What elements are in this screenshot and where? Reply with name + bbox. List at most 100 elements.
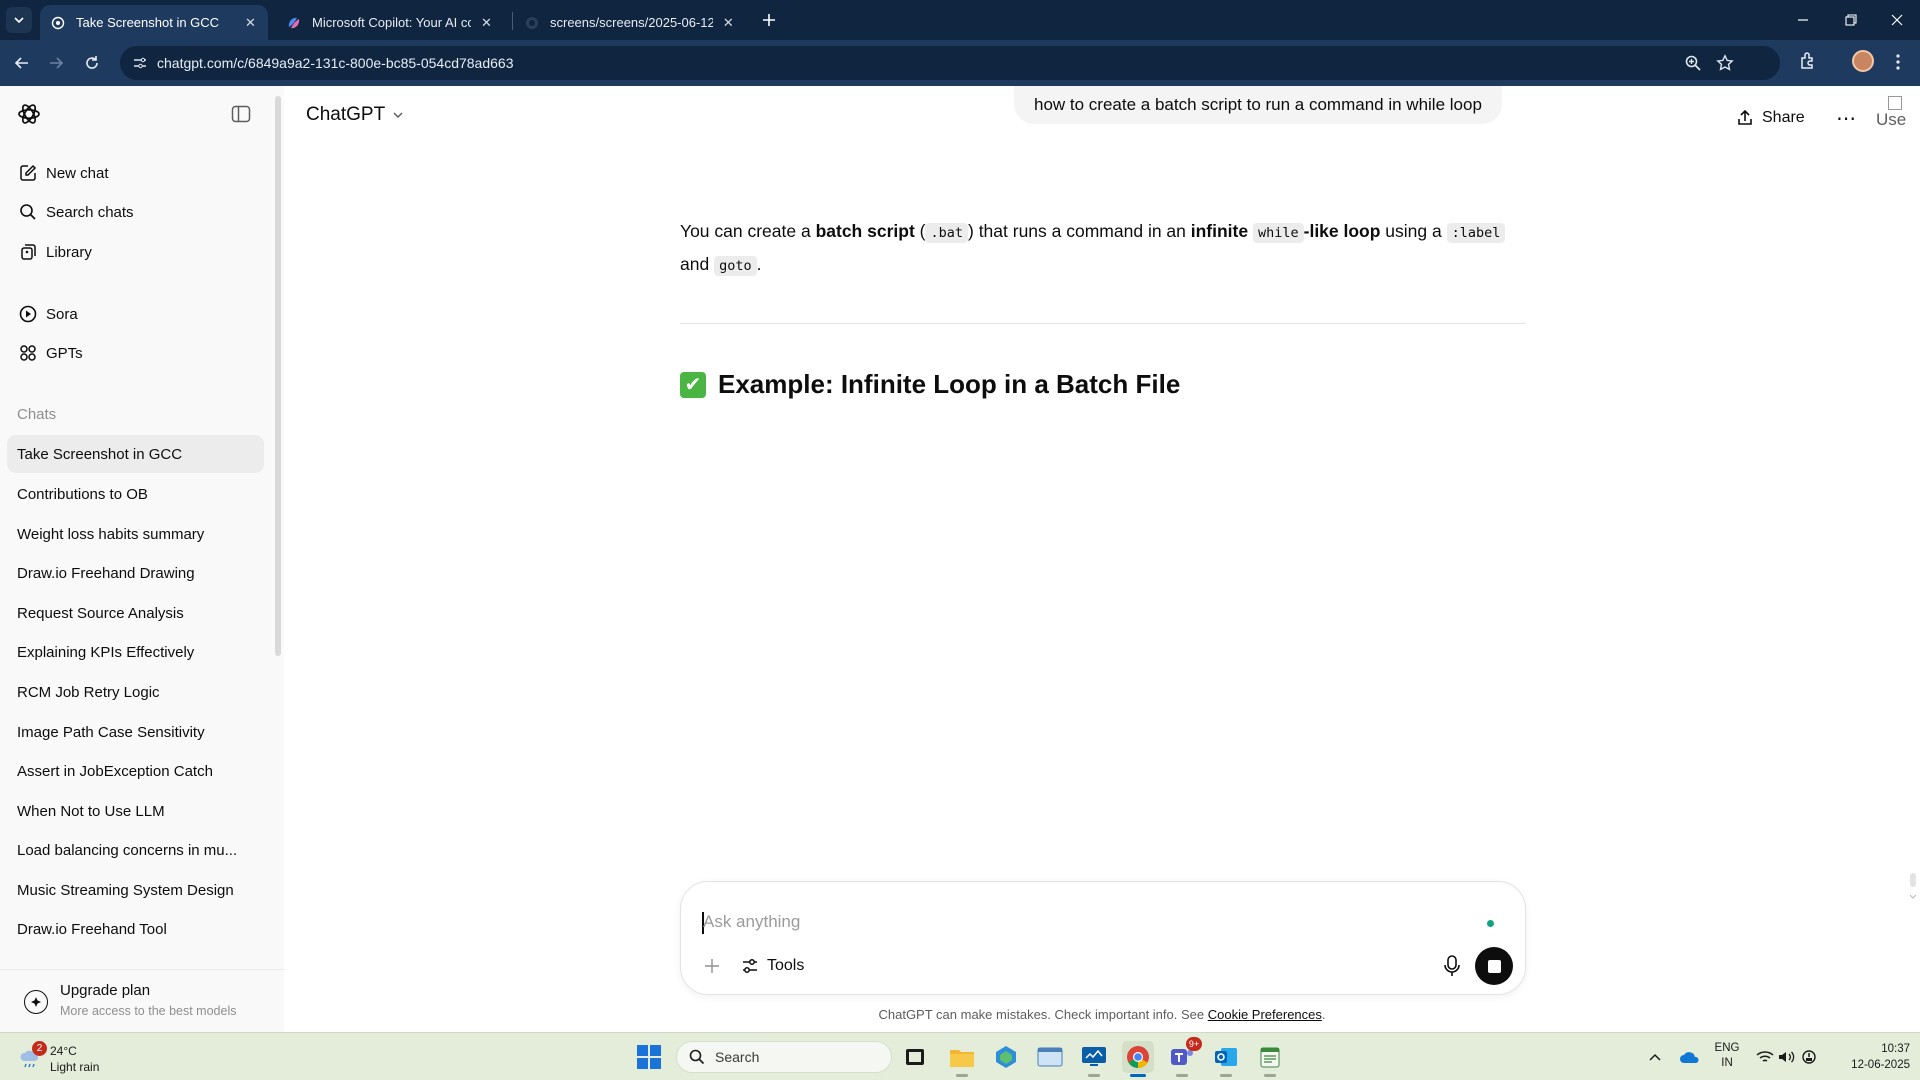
chat-item[interactable]: Music Streaming System Design bbox=[7, 871, 264, 909]
upgrade-icon bbox=[24, 990, 48, 1014]
user-message: how to create a batch script to run a co… bbox=[1014, 86, 1502, 124]
tools-button[interactable]: Tools bbox=[741, 954, 804, 978]
tools-label: Tools bbox=[767, 957, 805, 974]
scrollbar-thumb[interactable] bbox=[275, 96, 281, 656]
bookmark-star-icon[interactable] bbox=[1716, 54, 1734, 72]
active-indicator bbox=[1130, 1074, 1146, 1077]
answer-text: You can create a bbox=[680, 221, 816, 241]
minimize-button[interactable] bbox=[1780, 0, 1826, 40]
close-window-button[interactable] bbox=[1874, 0, 1920, 40]
close-icon bbox=[1891, 14, 1903, 26]
chat-item[interactable]: Load balancing concerns in mu... bbox=[7, 831, 264, 869]
volume-icon[interactable] bbox=[1778, 1045, 1796, 1069]
answer-bold: batch script bbox=[815, 221, 915, 241]
window-app-icon[interactable] bbox=[1034, 1041, 1066, 1073]
new-tab-button[interactable] bbox=[758, 9, 780, 31]
tab-take-screenshot[interactable]: Take Screenshot in GCC ✕ bbox=[40, 5, 268, 40]
cookie-preferences-link[interactable]: Cookie Preferences bbox=[1208, 1007, 1322, 1022]
chat-item[interactable]: Contributions to OB bbox=[7, 475, 264, 513]
stop-generating-button[interactable] bbox=[1475, 947, 1513, 985]
tab-title: screens/screens/2025-06-12_0 bbox=[550, 15, 713, 30]
system-clock[interactable]: 10:37 12-06-2025 bbox=[1834, 1041, 1910, 1073]
sidebar-item-library[interactable]: Library bbox=[8, 234, 264, 270]
toggle-sidebar-icon[interactable] bbox=[231, 105, 251, 123]
chat-item[interactable]: Image Path Case Sensitivity bbox=[7, 713, 264, 751]
m365-app-icon[interactable] bbox=[990, 1041, 1022, 1073]
answer-text: . bbox=[756, 254, 762, 274]
sidebar: New chat Search chats Library Sora GPTs … bbox=[0, 86, 284, 1032]
chat-item[interactable]: Draw.io Freehand Tool bbox=[7, 910, 264, 948]
close-icon[interactable]: ✕ bbox=[479, 14, 494, 32]
notepad-app-icon[interactable] bbox=[1254, 1041, 1286, 1077]
profile-avatar[interactable] bbox=[1852, 50, 1874, 72]
forward-button[interactable] bbox=[44, 51, 68, 75]
chat-item[interactable]: RCM Job Retry Logic bbox=[7, 673, 264, 711]
tab-copilot[interactable]: Microsoft Copilot: Your AI comp ✕ bbox=[276, 5, 504, 40]
add-attachment-button[interactable] bbox=[701, 955, 723, 977]
chat-item[interactable]: Explaining KPIs Effectively bbox=[7, 633, 264, 671]
chatgpt-favicon-icon bbox=[50, 15, 66, 31]
scroll-indicator[interactable] bbox=[1908, 871, 1918, 901]
browser-menu-icon[interactable] bbox=[1890, 51, 1906, 73]
weather-widget[interactable]: 2 24°C Light rain bbox=[16, 1041, 146, 1075]
close-icon[interactable]: ✕ bbox=[243, 14, 258, 32]
outlook-app-icon[interactable] bbox=[1210, 1041, 1242, 1077]
chat-item[interactable]: Weight loss habits summary bbox=[7, 515, 264, 553]
extensions-icon[interactable] bbox=[1798, 51, 1818, 71]
message-composer[interactable]: Ask anything Tools bbox=[680, 881, 1526, 995]
edit-icon bbox=[18, 163, 38, 183]
disclaimer: ChatGPT can make mistakes. Check importa… bbox=[284, 1007, 1920, 1022]
tab-screens[interactable]: screens/screens/2025-06-12_0 ✕ bbox=[514, 5, 746, 40]
chat-item[interactable]: Take Screenshot in GCC bbox=[7, 435, 264, 473]
close-icon[interactable]: ✕ bbox=[721, 14, 736, 32]
chat-item[interactable]: When Not to Use LLM bbox=[7, 792, 264, 830]
zoom-icon[interactable] bbox=[1684, 54, 1702, 72]
sidebar-item-search-chats[interactable]: Search chats bbox=[8, 194, 264, 230]
sidebar-scrollbar[interactable] bbox=[274, 96, 282, 666]
model-selector[interactable]: ChatGPT bbox=[306, 104, 405, 126]
onedrive-icon[interactable] bbox=[1678, 1045, 1702, 1069]
chat-item[interactable]: Assert in JobException Catch bbox=[7, 752, 264, 790]
sidebar-item-label: New chat bbox=[46, 164, 109, 182]
sidebar-item-sora[interactable]: Sora bbox=[8, 296, 264, 332]
windows-start-icon[interactable] bbox=[637, 1045, 661, 1069]
search-icon bbox=[689, 1049, 705, 1065]
address-bar[interactable]: chatgpt.com/c/6849a9a2-131c-800e-bc85-05… bbox=[120, 46, 1780, 80]
chats-section-label: Chats bbox=[17, 406, 57, 423]
task-view-icon[interactable] bbox=[900, 1041, 932, 1073]
assistant-answer: You can create a batch script (.bat) tha… bbox=[680, 216, 1526, 282]
back-button[interactable] bbox=[10, 51, 34, 75]
restore-button[interactable] bbox=[1828, 0, 1874, 40]
show-hidden-icons-icon[interactable] bbox=[1646, 1045, 1664, 1069]
more-options-icon[interactable]: ⋯ bbox=[1832, 104, 1860, 132]
chat-item[interactable]: Draw.io Freehand Drawing bbox=[7, 554, 264, 592]
sidebar-item-label: Search chats bbox=[46, 203, 134, 221]
teams-app-icon[interactable]: 9+ bbox=[1166, 1037, 1202, 1077]
user-avatar[interactable]: Use bbox=[1876, 96, 1920, 140]
input-language[interactable]: ENG IN bbox=[1710, 1041, 1744, 1071]
model-name: ChatGPT bbox=[306, 104, 386, 125]
answer-heading: ✔ Example: Infinite Loop in a Batch File bbox=[680, 369, 1180, 400]
reload-button[interactable] bbox=[80, 51, 104, 75]
taskbar-search-label: Search bbox=[715, 1049, 760, 1065]
battery-icon[interactable] bbox=[1800, 1045, 1818, 1069]
stop-icon bbox=[1487, 959, 1501, 973]
wifi-icon[interactable] bbox=[1756, 1045, 1774, 1069]
sidebar-item-gpts[interactable]: GPTs bbox=[8, 335, 264, 371]
tab-search-button[interactable] bbox=[6, 7, 32, 33]
openai-logo-icon[interactable] bbox=[16, 101, 42, 127]
microphone-icon[interactable] bbox=[1441, 954, 1463, 978]
taskbar-search[interactable]: Search bbox=[676, 1041, 892, 1073]
sidebar-item-new-chat[interactable]: New chat bbox=[8, 155, 264, 191]
upgrade-plan-button[interactable]: Upgrade plan More access to the best mod… bbox=[0, 969, 284, 1032]
running-indicator bbox=[1264, 1074, 1276, 1077]
chrome-app-icon[interactable] bbox=[1122, 1041, 1154, 1077]
composer-input[interactable]: Ask anything bbox=[703, 912, 800, 932]
site-info-icon[interactable] bbox=[132, 55, 148, 71]
file-explorer-icon[interactable] bbox=[946, 1041, 978, 1077]
chat-item[interactable]: Request Source Analysis bbox=[7, 594, 264, 632]
share-button[interactable]: Share bbox=[1736, 104, 1805, 132]
lang-line-2: IN bbox=[1721, 1057, 1733, 1069]
chevron-down-icon bbox=[393, 112, 403, 119]
remote-desktop-icon[interactable] bbox=[1078, 1041, 1110, 1077]
